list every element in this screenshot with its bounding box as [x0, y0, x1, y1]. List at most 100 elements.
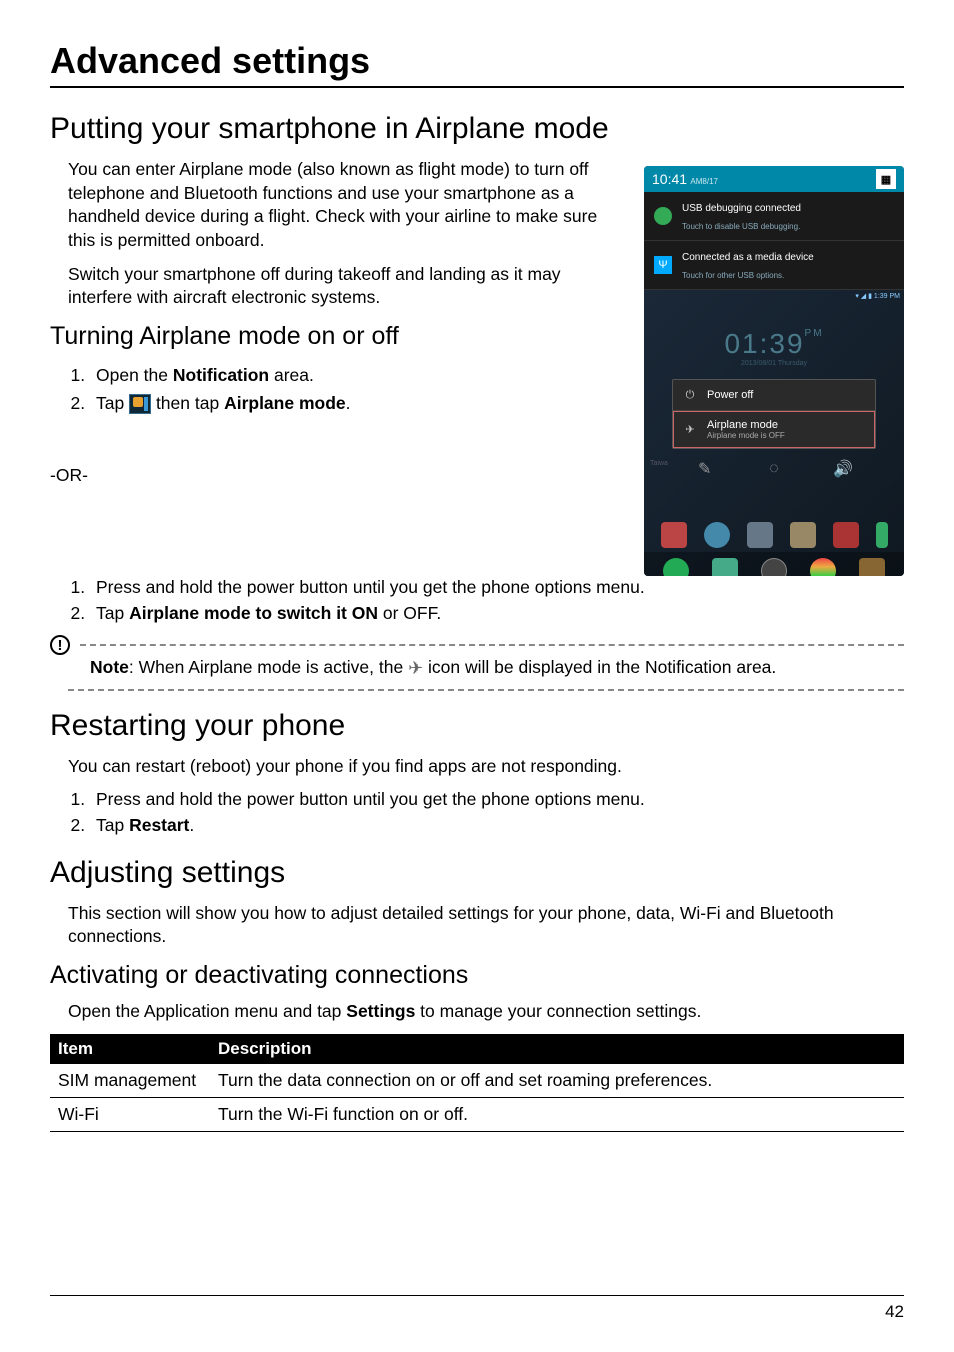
vibrate-icon[interactable]: ◌ [762, 459, 786, 479]
airplane-icon: ✈ [408, 656, 423, 680]
note-body: : When Airplane mode is active, the [129, 657, 408, 677]
p-text: to manage your connection settings. [415, 1001, 701, 1021]
warning-icon [50, 635, 70, 655]
airplane-icon: ✈ [683, 423, 697, 437]
phone-screenshot: 10:41 AM8/17 ▦ USB debugging connected T… [644, 166, 904, 576]
section-adjust-title: Adjusting settings [50, 856, 904, 890]
note-text: Note: When Airplane mode is active, the … [90, 656, 884, 681]
section-restart-title: Restarting your phone [50, 709, 904, 743]
phone-statusbar: 10:41 AM8/17 ▦ [644, 166, 904, 192]
qr-icon: ▦ [876, 169, 896, 189]
power-icon: ⏻ [683, 388, 697, 402]
dock-arrow-icon [876, 522, 888, 548]
bug-icon [654, 207, 672, 225]
p-bold: Settings [346, 1001, 415, 1021]
restart-step-1: Press and hold the power button until yo… [90, 788, 904, 812]
adjust-p1: This section will show you how to adjust… [68, 902, 904, 949]
connections-subtitle: Activating or deactivating connections [50, 961, 904, 990]
dashed-line [68, 689, 904, 691]
step-text: area. [269, 365, 314, 385]
note-block: Note: When Airplane mode is active, the … [50, 635, 904, 691]
step-bold: Restart [129, 815, 189, 835]
dashed-line [80, 644, 904, 646]
airplane-p2: Switch your smartphone off during takeof… [68, 263, 624, 310]
home-date: 2013/08/01 Thursday [652, 360, 896, 367]
step-bold: Airplane mode to switch it ON [129, 603, 378, 623]
usb-icon: Ψ [654, 256, 672, 274]
table-row: SIM management Turn the data connection … [50, 1064, 904, 1098]
popup-label: Power off [707, 389, 753, 401]
notif-sub: Touch for other USB options. [682, 271, 784, 280]
popup-sub: Airplane mode is OFF [707, 431, 785, 440]
connections-table: Item Description SIM management Turn the… [50, 1034, 904, 1132]
notif-title: Connected as a media device [682, 252, 814, 263]
widget-label: Taiwa [650, 460, 668, 467]
adjust-p2: Open the Application menu and tap Settin… [68, 1000, 904, 1024]
restart-p1: You can restart (reboot) your phone if y… [68, 755, 904, 779]
section-airplane-title: Putting your smartphone in Airplane mode [50, 112, 904, 146]
step-text: . [346, 393, 351, 413]
phone-notif-media-device: Ψ Connected as a media device Touch for … [644, 241, 904, 290]
step-text: Tap [96, 603, 129, 623]
restart-steps: Press and hold the power button until yo… [90, 788, 904, 837]
popup-bottom-row: ✎ ◌ 🔊 [652, 455, 896, 483]
popup-label: Airplane mode [707, 419, 778, 431]
apps-grid-icon [129, 394, 151, 414]
or-separator: -OR- [50, 465, 624, 486]
step-text: Tap [96, 393, 129, 413]
step-text: or OFF. [378, 603, 441, 623]
airplane-alt-steps: Press and hold the power button until yo… [90, 576, 904, 625]
notif-sub: Touch to disable USB debugging. [682, 222, 800, 231]
step-text: Tap [96, 815, 129, 835]
dock-icon [747, 522, 773, 548]
airplane-step-2: Tap then tap Airplane mode. [90, 389, 624, 417]
home-clock: 01:39PM [652, 328, 896, 360]
phone-app-icon [663, 558, 689, 576]
page-title: Advanced settings [50, 40, 904, 82]
messages-app-icon [712, 558, 738, 576]
title-underline [50, 86, 904, 88]
step-bold: Notification [173, 365, 269, 385]
step-text: . [189, 815, 194, 835]
notif-title: USB debugging connected [682, 203, 801, 214]
power-popup: ⏻ Power off ✈ Airplane mode Airplane mod… [672, 379, 876, 449]
table-header-item: Item [50, 1034, 210, 1064]
popup-power-off[interactable]: ⏻ Power off [673, 380, 875, 411]
phone-notif-usb-debug: USB debugging connected Touch to disable… [644, 192, 904, 241]
silent-icon[interactable]: ✎ [693, 459, 717, 479]
alt-step-2: Tap Airplane mode to switch it ON or OFF… [90, 602, 904, 626]
table-cell-desc: Turn the Wi-Fi function on or off. [210, 1097, 904, 1131]
sound-icon[interactable]: 🔊 [831, 459, 855, 479]
phone-home-screen: ▾ ◢ ▮ 1:39 PM 01:39PM 2013/08/01 Thursda… [644, 290, 904, 576]
mini-statusbar: ▾ ◢ ▮ 1:39 PM [855, 292, 900, 300]
page-footer: 42 [50, 1295, 904, 1322]
status-time: 10:41 AM8/17 [652, 171, 718, 187]
airplane-steps-list: Open the Notification area. Tap then tap… [90, 361, 624, 417]
p-text: Open the Application menu and tap [68, 1001, 346, 1021]
table-cell-item: SIM management [50, 1064, 210, 1098]
step-text: then tap [151, 393, 224, 413]
dock-icon [704, 522, 730, 548]
dock-icon [661, 522, 687, 548]
phone-dock [644, 518, 904, 576]
airplane-step-1: Open the Notification area. [90, 361, 624, 389]
alt-step-1: Press and hold the power button until yo… [90, 576, 904, 600]
popup-airplane-mode[interactable]: ✈ Airplane mode Airplane mode is OFF [673, 411, 875, 448]
page-number: 42 [885, 1302, 904, 1321]
camera-icon [859, 558, 885, 576]
dock-icon [790, 522, 816, 548]
chrome-icon [810, 558, 836, 576]
turning-airplane-title: Turning Airplane mode on or off [50, 322, 624, 351]
step-bold: Airplane mode [224, 393, 346, 413]
table-row: Wi-Fi Turn the Wi-Fi function on or off. [50, 1097, 904, 1131]
restart-step-2: Tap Restart. [90, 814, 904, 838]
table-cell-item: Wi-Fi [50, 1097, 210, 1131]
airplane-p1: You can enter Airplane mode (also known … [68, 158, 624, 253]
airplane-content-row: You can enter Airplane mode (also known … [50, 158, 904, 576]
step-text: Open the [96, 365, 173, 385]
table-cell-desc: Turn the data connection on or off and s… [210, 1064, 904, 1098]
note-body: icon will be displayed in the Notificati… [423, 657, 776, 677]
apps-drawer-icon [761, 558, 787, 576]
table-header-desc: Description [210, 1034, 904, 1064]
dock-icon [833, 522, 859, 548]
